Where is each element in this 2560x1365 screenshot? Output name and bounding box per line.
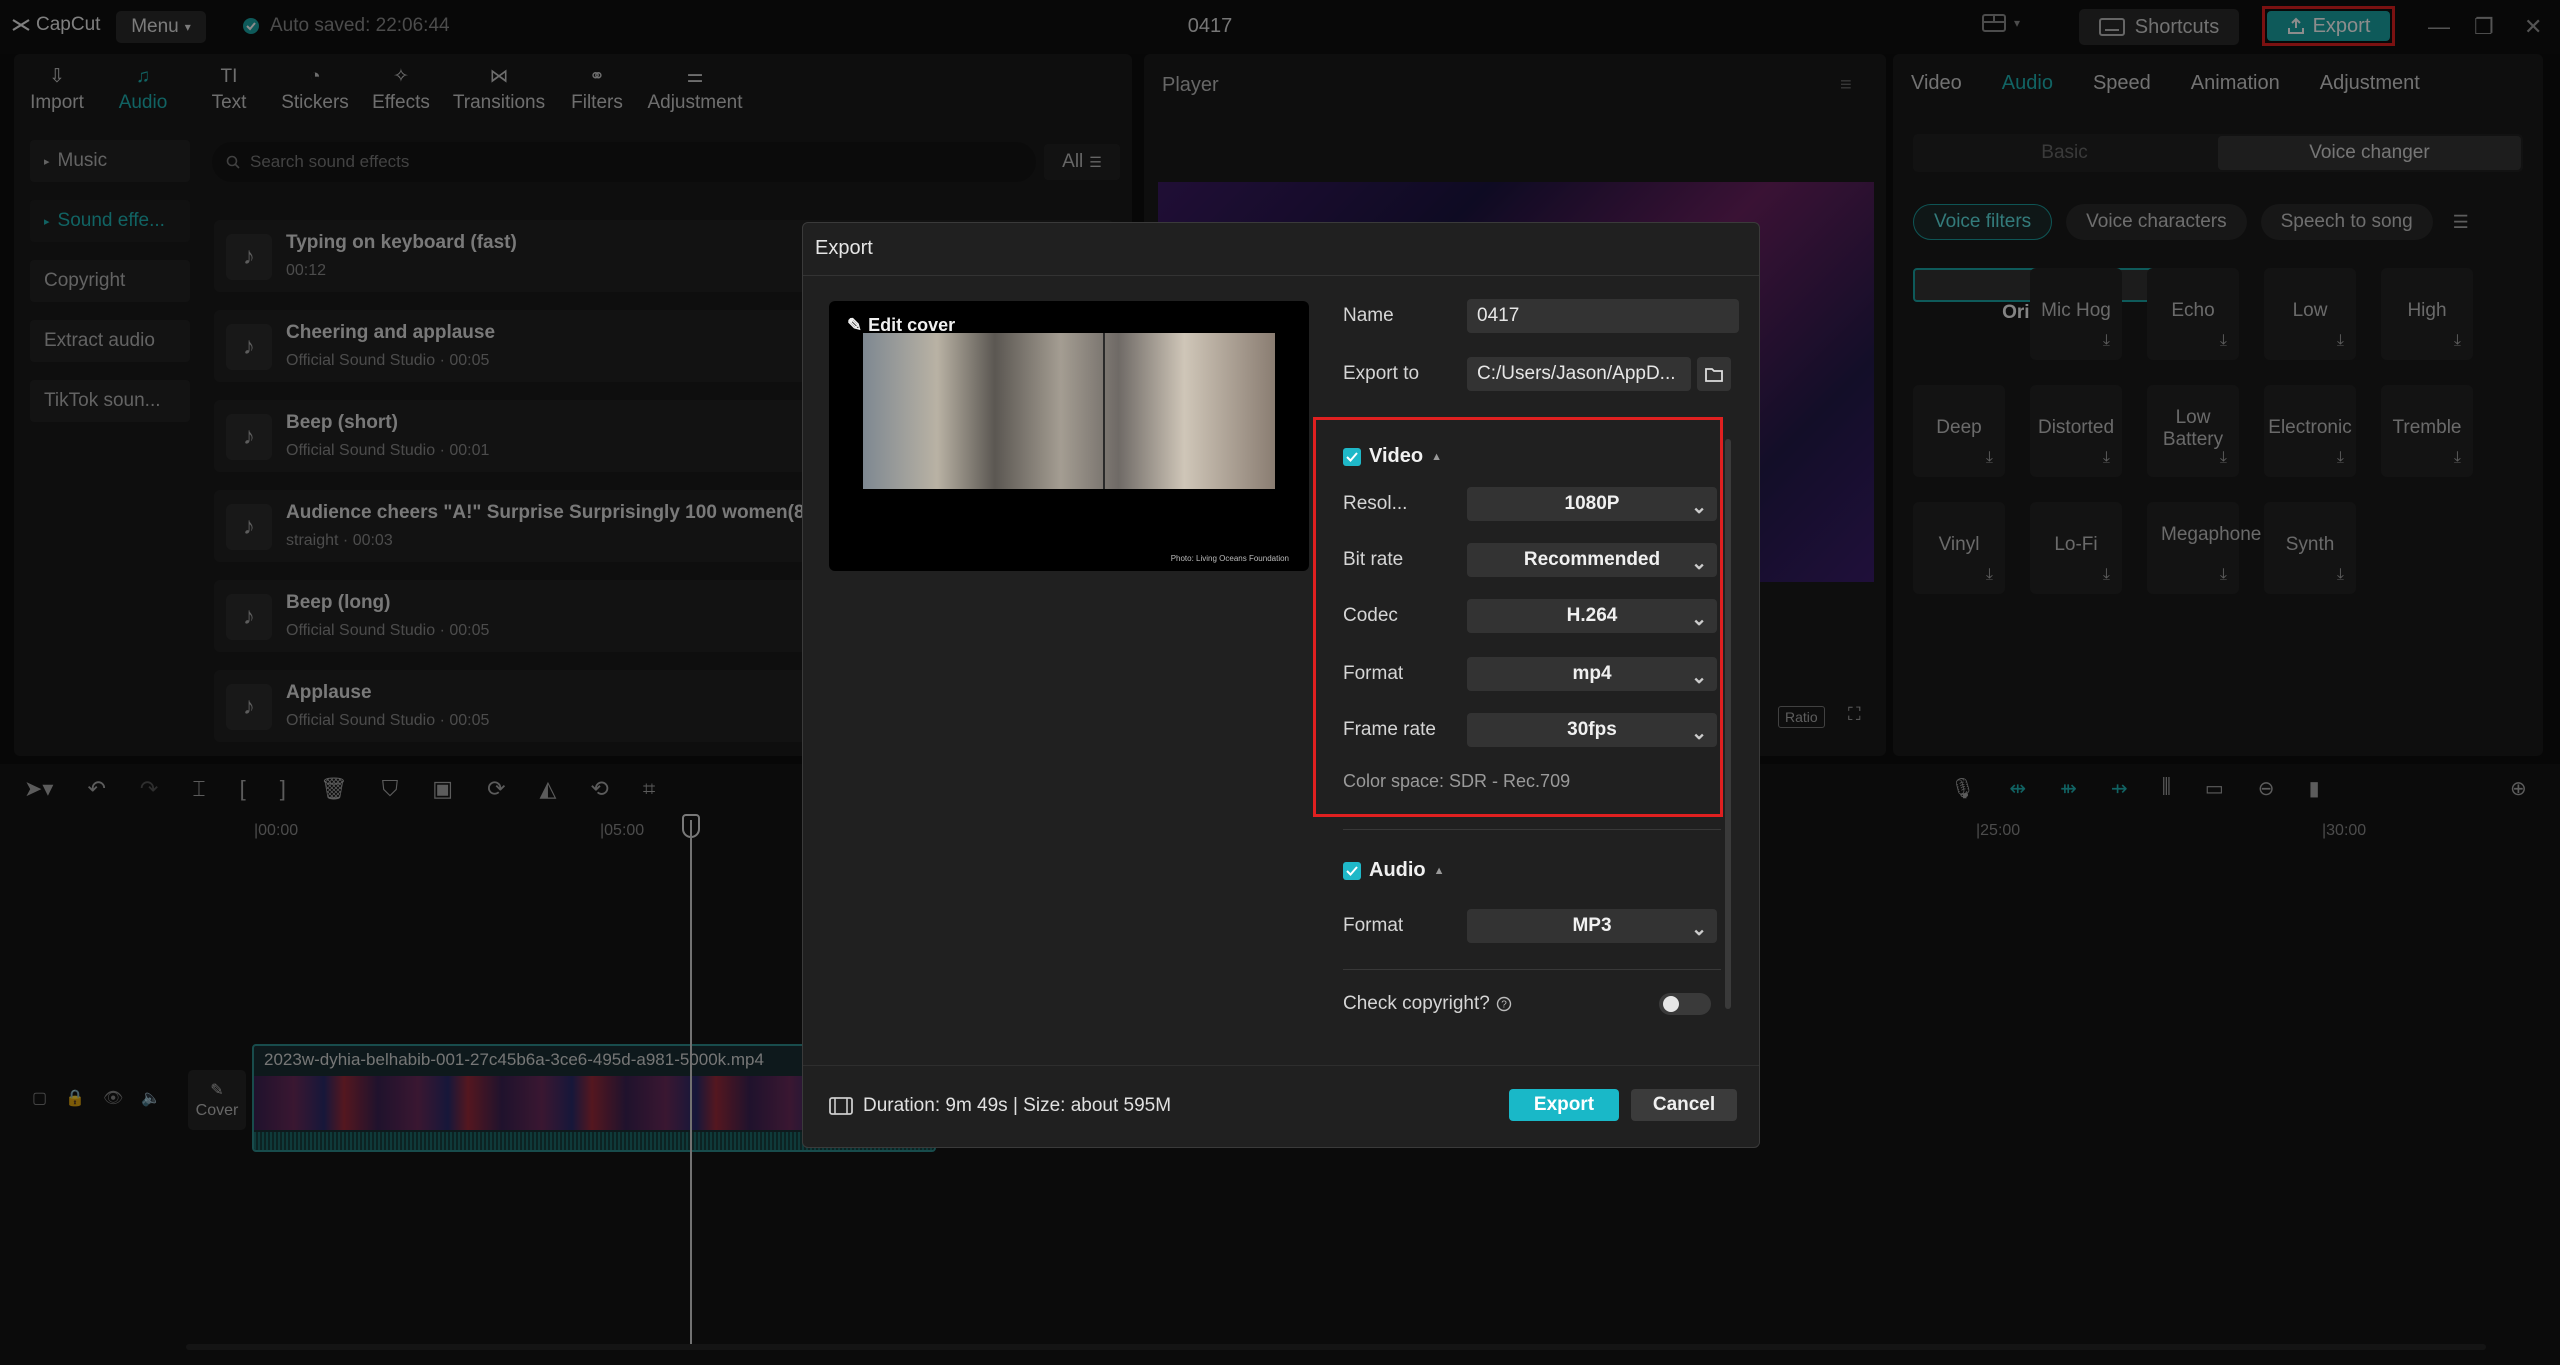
divider bbox=[1343, 969, 1721, 970]
settings-scrollbar[interactable] bbox=[1725, 439, 1731, 1009]
duration-text: Duration: 9m 49s | Size: about 595M bbox=[863, 1095, 1172, 1116]
divider bbox=[803, 275, 1759, 276]
dialog-title: Export bbox=[815, 237, 873, 259]
name-input[interactable]: 0417 bbox=[1467, 299, 1739, 333]
edit-cover-button[interactable]: ✎ Edit cover bbox=[847, 315, 955, 336]
codec-label: Codec bbox=[1343, 605, 1398, 626]
cover-image bbox=[863, 333, 1275, 489]
chevron-down-icon: ⌄ bbox=[1691, 497, 1707, 518]
cover-preview[interactable]: ✎ Edit cover Photo: Living Oceans Founda… bbox=[829, 301, 1309, 571]
chevron-down-icon: ⌄ bbox=[1691, 919, 1707, 940]
chevron-down-icon: ⌄ bbox=[1691, 667, 1707, 688]
cancel-button[interactable]: Cancel bbox=[1631, 1089, 1737, 1121]
help-icon: ? bbox=[1496, 996, 1511, 1012]
chevron-down-icon: ⌄ bbox=[1691, 609, 1707, 630]
copyright-check-label: Check copyright? ? bbox=[1343, 993, 1512, 1015]
resolution-label: Resol... bbox=[1343, 493, 1408, 514]
audio-checkbox[interactable] bbox=[1343, 861, 1361, 880]
export-button[interactable]: Export bbox=[1509, 1089, 1619, 1121]
chevron-up-icon: ▲ bbox=[1431, 450, 1442, 463]
export-dialog: Export ✎ Edit cover Photo: Living Oceans… bbox=[802, 222, 1760, 1148]
resolution-select[interactable]: 1080P ⌄ bbox=[1467, 487, 1717, 521]
audio-format-label: Format bbox=[1343, 915, 1404, 936]
divider bbox=[803, 1065, 1759, 1066]
svg-text:?: ? bbox=[1501, 1000, 1507, 1011]
audio-format-select[interactable]: MP3 ⌄ bbox=[1467, 909, 1717, 943]
pencil-icon: ✎ bbox=[847, 315, 863, 335]
bitrate-label: Bit rate bbox=[1343, 549, 1404, 570]
divider bbox=[1343, 829, 1721, 830]
cover-watermark: Photo: Living Oceans Foundation bbox=[1170, 554, 1289, 563]
format-label: Format bbox=[1343, 663, 1404, 684]
frame-rate-select[interactable]: 30fps ⌄ bbox=[1467, 713, 1717, 747]
name-label: Name bbox=[1343, 305, 1394, 326]
chevron-down-icon: ⌄ bbox=[1691, 553, 1707, 574]
audio-section-header[interactable]: Audio ▲ bbox=[1343, 859, 1445, 882]
film-icon bbox=[829, 1097, 853, 1115]
codec-select[interactable]: H.264 ⌄ bbox=[1467, 599, 1717, 633]
video-header-label: Video bbox=[1369, 445, 1424, 467]
folder-icon[interactable] bbox=[1697, 357, 1731, 391]
duration-info: Duration: 9m 49s | Size: about 595M bbox=[829, 1095, 1171, 1117]
frame-rate-label: Frame rate bbox=[1343, 719, 1436, 740]
bitrate-select[interactable]: Recommended ⌄ bbox=[1467, 543, 1717, 577]
chevron-down-icon: ⌄ bbox=[1691, 723, 1707, 744]
color-space-info: Color space: SDR - Rec.709 bbox=[1343, 771, 1571, 791]
edit-cover-label: Edit cover bbox=[868, 315, 956, 335]
format-select[interactable]: mp4 ⌄ bbox=[1467, 657, 1717, 691]
chevron-up-icon: ▲ bbox=[1433, 864, 1445, 877]
copyright-toggle[interactable] bbox=[1659, 993, 1711, 1015]
export-path-input[interactable]: C:/Users/Jason/AppD... bbox=[1467, 357, 1691, 391]
video-section-header[interactable]: Video ▲ bbox=[1343, 445, 1442, 468]
export-to-label: Export to bbox=[1343, 363, 1420, 384]
audio-header-label: Audio bbox=[1369, 859, 1426, 881]
video-checkbox[interactable] bbox=[1343, 447, 1361, 466]
